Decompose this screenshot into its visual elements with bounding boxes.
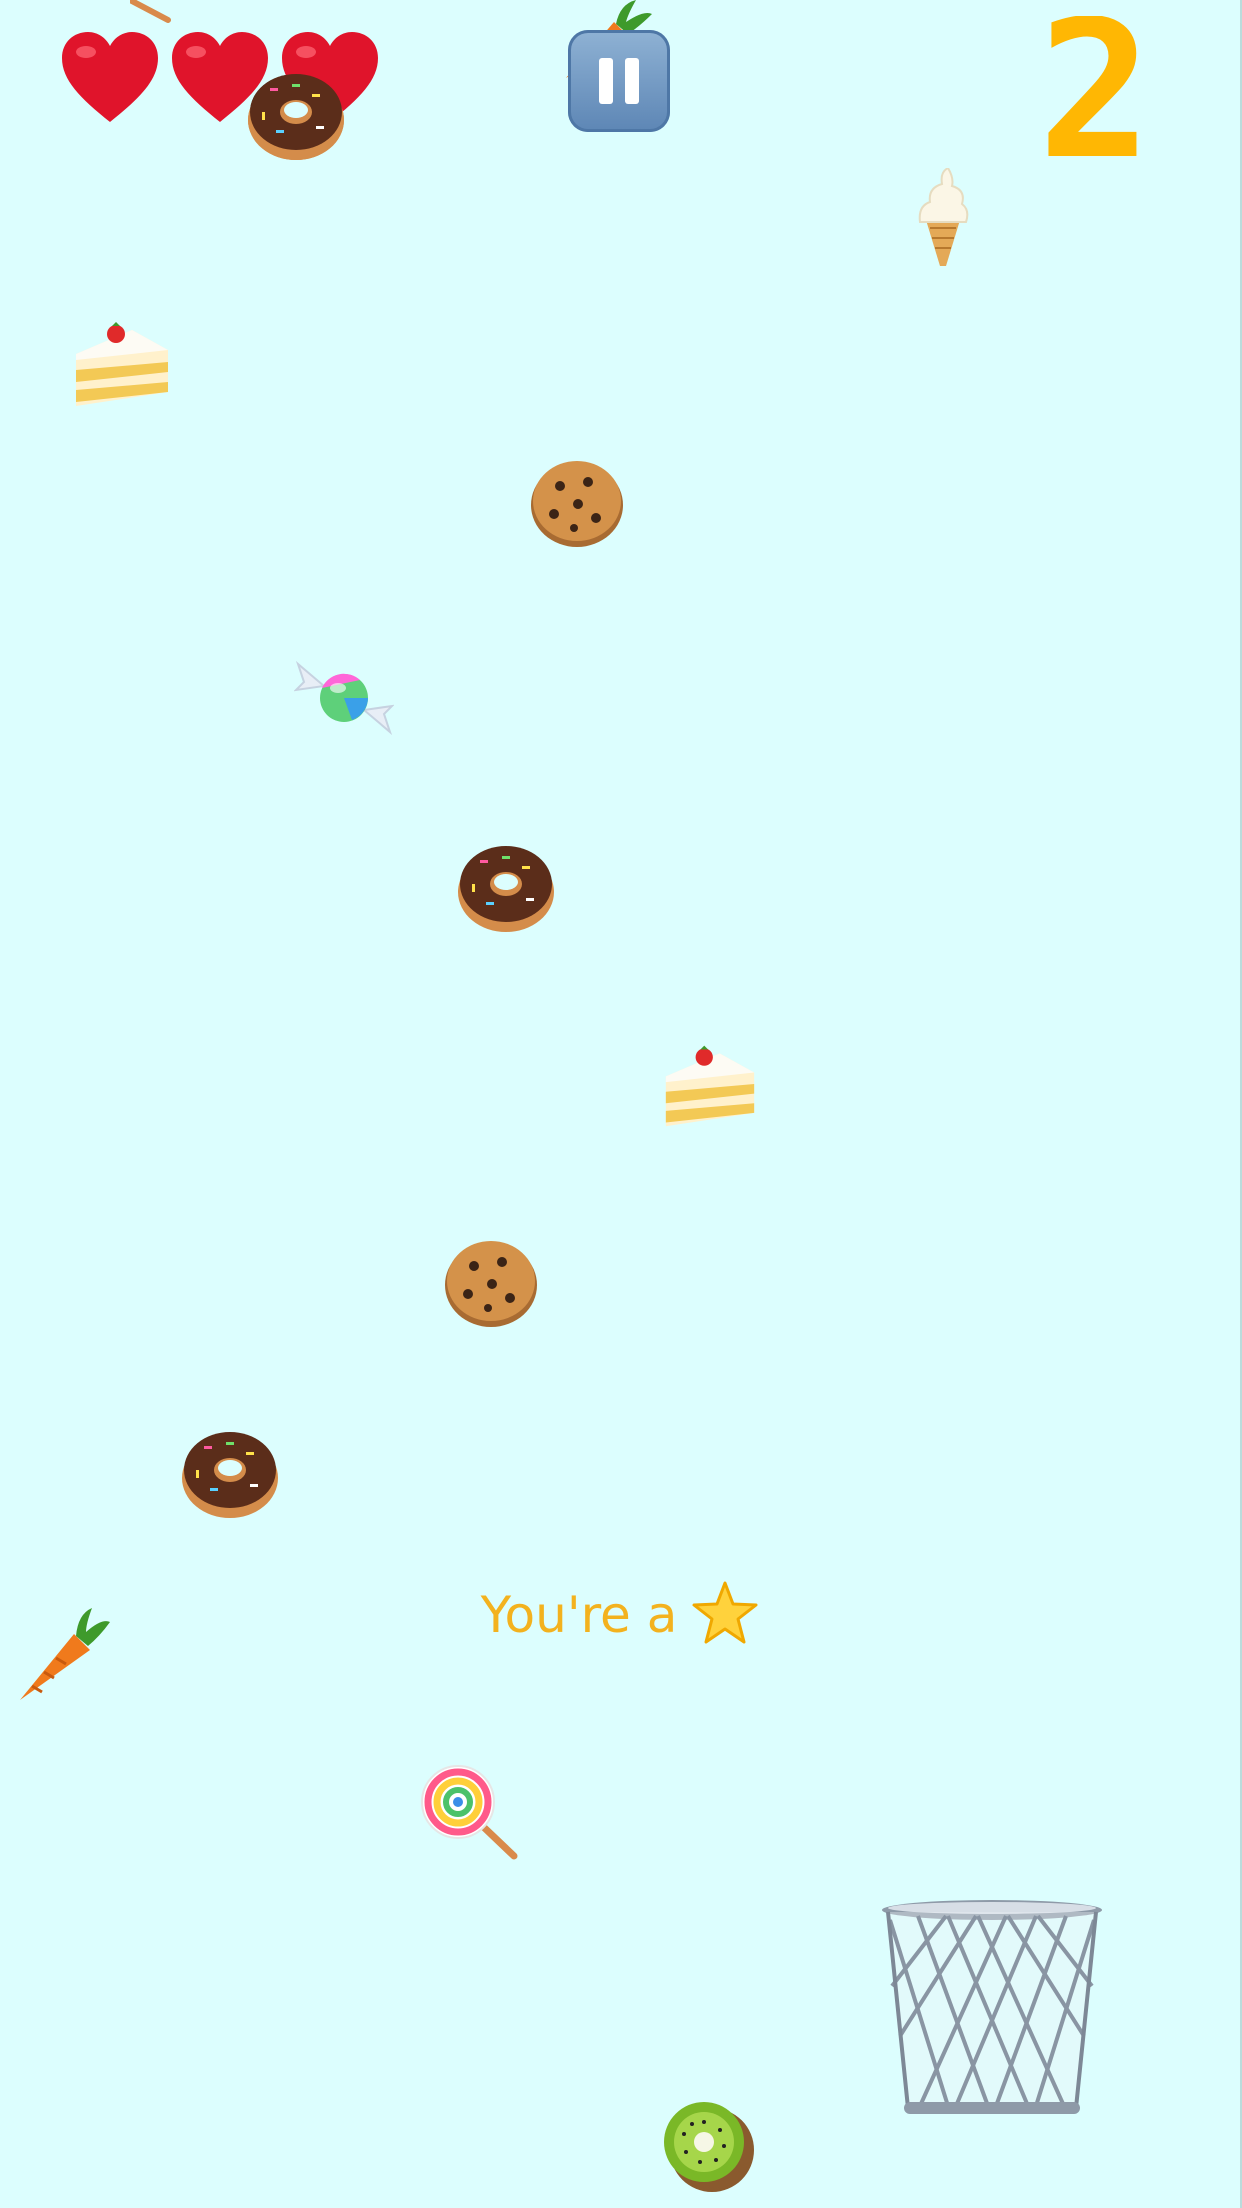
score-digit: 2 — [1038, 0, 1152, 201]
hud: 2 — [0, 0, 1242, 201]
lollipop-icon — [420, 1764, 520, 1860]
wastebasket-icon[interactable] — [878, 1896, 1106, 2120]
message-text: You're a — [480, 1586, 678, 1644]
doughnut-icon — [456, 838, 556, 934]
cookie-icon — [444, 1238, 538, 1328]
pause-icon — [599, 58, 613, 104]
pause-button[interactable] — [568, 30, 670, 132]
doughnut-icon — [246, 66, 346, 162]
candy-icon — [294, 656, 394, 740]
cookie-icon — [530, 458, 624, 548]
shortcake-icon — [662, 1042, 758, 1128]
soft-ice-cream-icon — [908, 168, 978, 268]
score-display: 2 — [1020, 0, 1170, 201]
doughnut-icon — [180, 1424, 280, 1520]
carrot-icon — [16, 1600, 112, 1704]
shortcake-icon — [72, 320, 172, 406]
heart-icon — [60, 30, 160, 130]
star-icon — [691, 1580, 759, 1650]
score-value: 2 — [1038, 16, 1152, 166]
encouragement-message: You're a — [440, 1570, 800, 1660]
pause-icon-bar — [625, 58, 639, 104]
kiwi-icon — [660, 2098, 756, 2194]
